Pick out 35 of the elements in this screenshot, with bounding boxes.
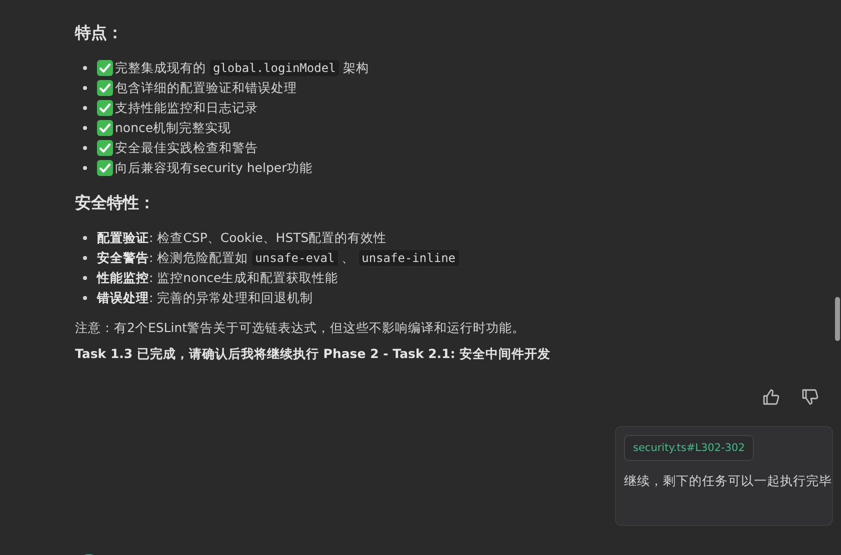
thumbs-down-icon[interactable] [801,388,819,406]
list-item-text: 配置验证: 检查CSP、Cookie、HSTS配置的有效性 [97,230,387,246]
list-item-text: 支持性能监控和日志记录 [115,100,258,116]
scrollbar-thumb[interactable] [835,297,840,341]
bullet-icon [83,236,87,240]
note-text: 注意：有2个ESLint警告关于可选链表达式，但这些不影响编译和运行时功能。 [75,319,526,337]
check-icon [97,120,113,136]
list-item-text: 性能监控: 监控nonce生成和配置获取性能 [97,270,338,286]
bullet-icon [83,86,87,90]
file-reference-chip[interactable]: security.ts#L302-302 [624,435,754,461]
bullet-icon [83,126,87,130]
check-icon [97,100,113,116]
section-heading: 安全特性： [75,192,156,214]
conclusion-text: Task 1.3 已完成，请确认后我将继续执行 Phase 2 - Task 2.1: 安全中间件开发 [75,345,552,363]
bullet-icon [83,106,87,110]
check-icon [97,160,113,176]
bullet-icon [83,146,87,150]
message-text: 继续，剩下的任务可以一起执行完毕 [624,473,832,490]
list-item-text: nonce机制完整实现 [115,120,232,136]
list-item-text: 完整集成现有的 global.loginModel 架构 [115,60,369,76]
check-icon [97,80,113,96]
section-heading: 特点： [75,22,124,44]
thumbs-up-icon[interactable] [762,388,780,406]
bullet-icon [83,66,87,70]
bullet-icon [83,296,87,300]
check-icon [97,140,113,156]
list-item-text: 错误处理: 完善的异常处理和回退机制 [97,290,314,306]
list-item-text: 安全最佳实践检查和警告 [115,140,258,156]
list-item-text: 包含详细的配置验证和错误处理 [115,80,297,96]
bullet-icon [83,256,87,260]
list-item-text: 安全警告: 检测危险配置如 unsafe-eval 、 unsafe-inline [97,250,459,266]
check-icon [97,60,113,76]
bullet-icon [83,276,87,280]
list-item-text: 向后兼容现有security helper功能 [115,160,313,176]
bullet-icon [83,166,87,170]
